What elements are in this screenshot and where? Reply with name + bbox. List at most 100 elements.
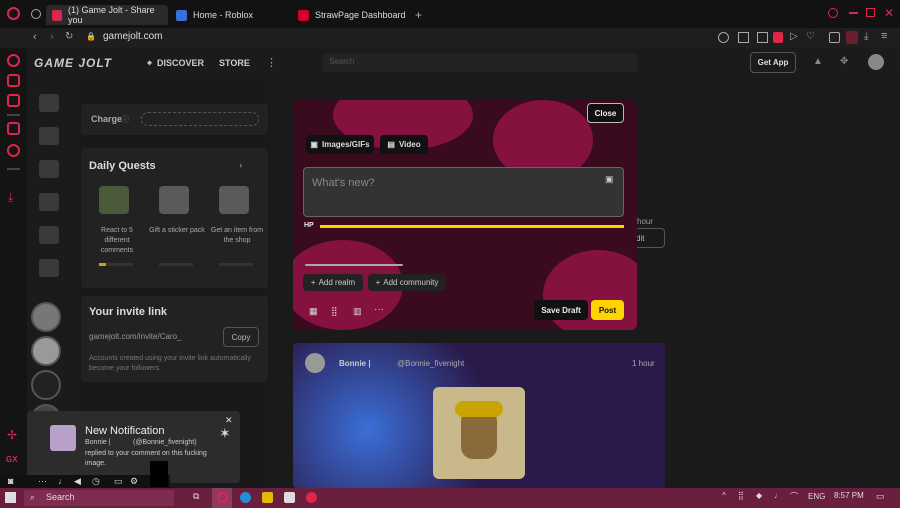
gx-camera-icon[interactable]: ◙ (8, 476, 13, 486)
tab-strawpage[interactable]: StrawPage Dashboard (292, 5, 412, 25)
gx-more-icon[interactable]: ··· (38, 476, 47, 486)
community-avatar[interactable] (31, 302, 61, 332)
store-icon[interactable] (39, 127, 59, 145)
player-icon[interactable]: ▷ (790, 31, 798, 42)
save-draft-button[interactable]: Save Draft (534, 300, 588, 320)
tray-mic-icon[interactable]: ♩ (774, 491, 782, 500)
tray-clock[interactable]: 8:57 PM (834, 491, 864, 500)
messenger-icon[interactable] (7, 94, 20, 107)
chat-icon[interactable] (39, 226, 59, 244)
gx-timer-icon[interactable]: ◷ (92, 476, 100, 487)
close-button[interactable]: Close (587, 103, 624, 123)
tray-apps-icon[interactable]: ⣿ (738, 491, 744, 500)
quest-label[interactable]: React to 5 different comments (89, 226, 145, 256)
start-icon[interactable] (5, 492, 16, 503)
extension-avatar-icon[interactable] (846, 31, 858, 44)
gx-mic-icon[interactable]: ♩ (58, 476, 67, 486)
camera-icon[interactable] (757, 32, 768, 43)
community-avatar[interactable] (31, 370, 61, 400)
gx-cat-mascot (150, 461, 168, 487)
reload-icon[interactable]: ↻ (65, 31, 73, 42)
gx-window-icon[interactable]: ▭ (114, 476, 123, 487)
explorer-taskbar-icon[interactable] (262, 492, 273, 503)
quest-label[interactable]: Get an item from the shop (209, 226, 265, 246)
taskbar-search[interactable]: ⌕ Search (24, 490, 174, 506)
backpack-icon[interactable] (39, 160, 59, 178)
poll-icon[interactable]: ⣿ (331, 306, 338, 317)
copy-button[interactable]: Copy (223, 327, 259, 347)
notification-center-icon[interactable]: ▭ (876, 491, 885, 502)
tray-network-icon[interactable]: ⌒ (790, 491, 798, 502)
downloads-sidebar-icon[interactable]: ⤓ (8, 190, 13, 205)
library-icon[interactable] (39, 259, 59, 277)
user-avatar[interactable] (868, 54, 884, 70)
notification-toast[interactable]: New Notification Bonnie | (@Bonnie_fiven… (27, 411, 240, 483)
quest-label[interactable]: Gift a sticker pack (149, 226, 205, 236)
pocket-icon[interactable] (773, 32, 783, 43)
notifications-bell-icon[interactable]: ▲ (813, 56, 823, 67)
quests-icon[interactable] (39, 193, 59, 211)
heart-icon[interactable]: ♡ (806, 31, 815, 42)
activity-icon[interactable] (39, 94, 59, 112)
new-tab-icon[interactable]: + (415, 8, 422, 22)
gx-volume-icon[interactable]: ◀ (74, 476, 81, 487)
info-icon[interactable]: ⓘ (121, 114, 129, 125)
search-tabs-icon[interactable] (828, 8, 838, 18)
invite-link-field[interactable]: gamejolt.com/invite/Caro_ (89, 327, 219, 347)
post-handle[interactable]: @Bonnie_fivenight (397, 359, 464, 368)
tab-images-gifs[interactable]: ▣ Images/GIFs (306, 135, 374, 154)
gx-settings-icon[interactable]: ⚙ (130, 476, 138, 487)
snapshot-icon[interactable] (738, 32, 749, 43)
flow-icon[interactable]: ✢ (7, 428, 17, 442)
tray-language[interactable]: ENG (808, 492, 825, 501)
tab-video[interactable]: ▤ Video (380, 135, 428, 154)
calendar-icon[interactable]: ▥ (353, 306, 362, 317)
post-author-avatar[interactable] (305, 353, 325, 373)
download-icon[interactable]: ⤓ (864, 31, 868, 42)
back-icon[interactable]: ‹ (33, 31, 37, 43)
gamejolt-logo[interactable]: GAME JOLT (34, 56, 112, 70)
more-nav-icon[interactable]: ⋮ (266, 56, 277, 69)
opera-gx-taskbar-icon[interactable] (306, 492, 317, 503)
add-realm-button[interactable]: + Add realm (303, 274, 363, 291)
speed-dial-icon[interactable] (7, 54, 20, 67)
swatch-scrollbar[interactable] (305, 264, 403, 266)
menu-icon[interactable]: ≡ (881, 30, 887, 42)
forward-icon[interactable]: › (50, 31, 54, 43)
add-community-button[interactable]: + Add community (368, 274, 446, 291)
extensions-icon[interactable] (829, 32, 840, 43)
nav-store[interactable]: STORE (219, 58, 250, 68)
url-text[interactable]: gamejolt.com (103, 31, 162, 42)
friends-icon[interactable]: ✥ (840, 56, 848, 67)
post-image[interactable] (433, 387, 525, 479)
tab-roblox[interactable]: Home - Roblox (170, 5, 290, 25)
minimize-icon[interactable] (849, 12, 858, 14)
task-view-icon[interactable]: ⧉ (193, 491, 199, 502)
post-textarea[interactable]: What's new? ▣ (303, 167, 624, 217)
zoom-icon[interactable] (718, 32, 729, 43)
post-button[interactable]: Post (591, 300, 624, 320)
tab-label: (1) Game Jolt - Share you (67, 5, 155, 25)
maximize-icon[interactable] (866, 8, 875, 17)
community-avatar[interactable] (31, 336, 61, 366)
aria-icon[interactable] (7, 74, 20, 87)
close-window-icon[interactable]: ✕ (884, 6, 894, 20)
search-input[interactable]: Search (322, 53, 638, 72)
quest-settings-icon[interactable]: ◐ (239, 161, 244, 170)
opera-logo-icon[interactable] (7, 7, 20, 20)
tray-chevron-icon[interactable]: ^ (722, 491, 726, 500)
post-author[interactable]: Bonnie | (339, 359, 371, 368)
tray-cat-icon[interactable]: ◆ (756, 491, 762, 500)
instagram-icon[interactable] (7, 122, 20, 135)
tab-gamejolt[interactable]: (1) Game Jolt - Share you (46, 5, 168, 25)
schedule-icon[interactable]: ▦ (309, 306, 318, 317)
gx-control-icon[interactable]: GX (6, 455, 18, 464)
tab-list-icon[interactable] (31, 9, 41, 19)
emoji-picker-icon[interactable]: ▣ (605, 174, 614, 185)
store-taskbar-icon[interactable] (284, 492, 295, 503)
whatsapp-icon[interactable] (7, 144, 20, 157)
nav-discover[interactable]: DISCOVER (157, 58, 204, 68)
edge-taskbar-icon[interactable] (240, 492, 251, 503)
more-options-icon[interactable]: ··· (374, 304, 384, 315)
get-app-button[interactable]: Get App (750, 52, 796, 73)
